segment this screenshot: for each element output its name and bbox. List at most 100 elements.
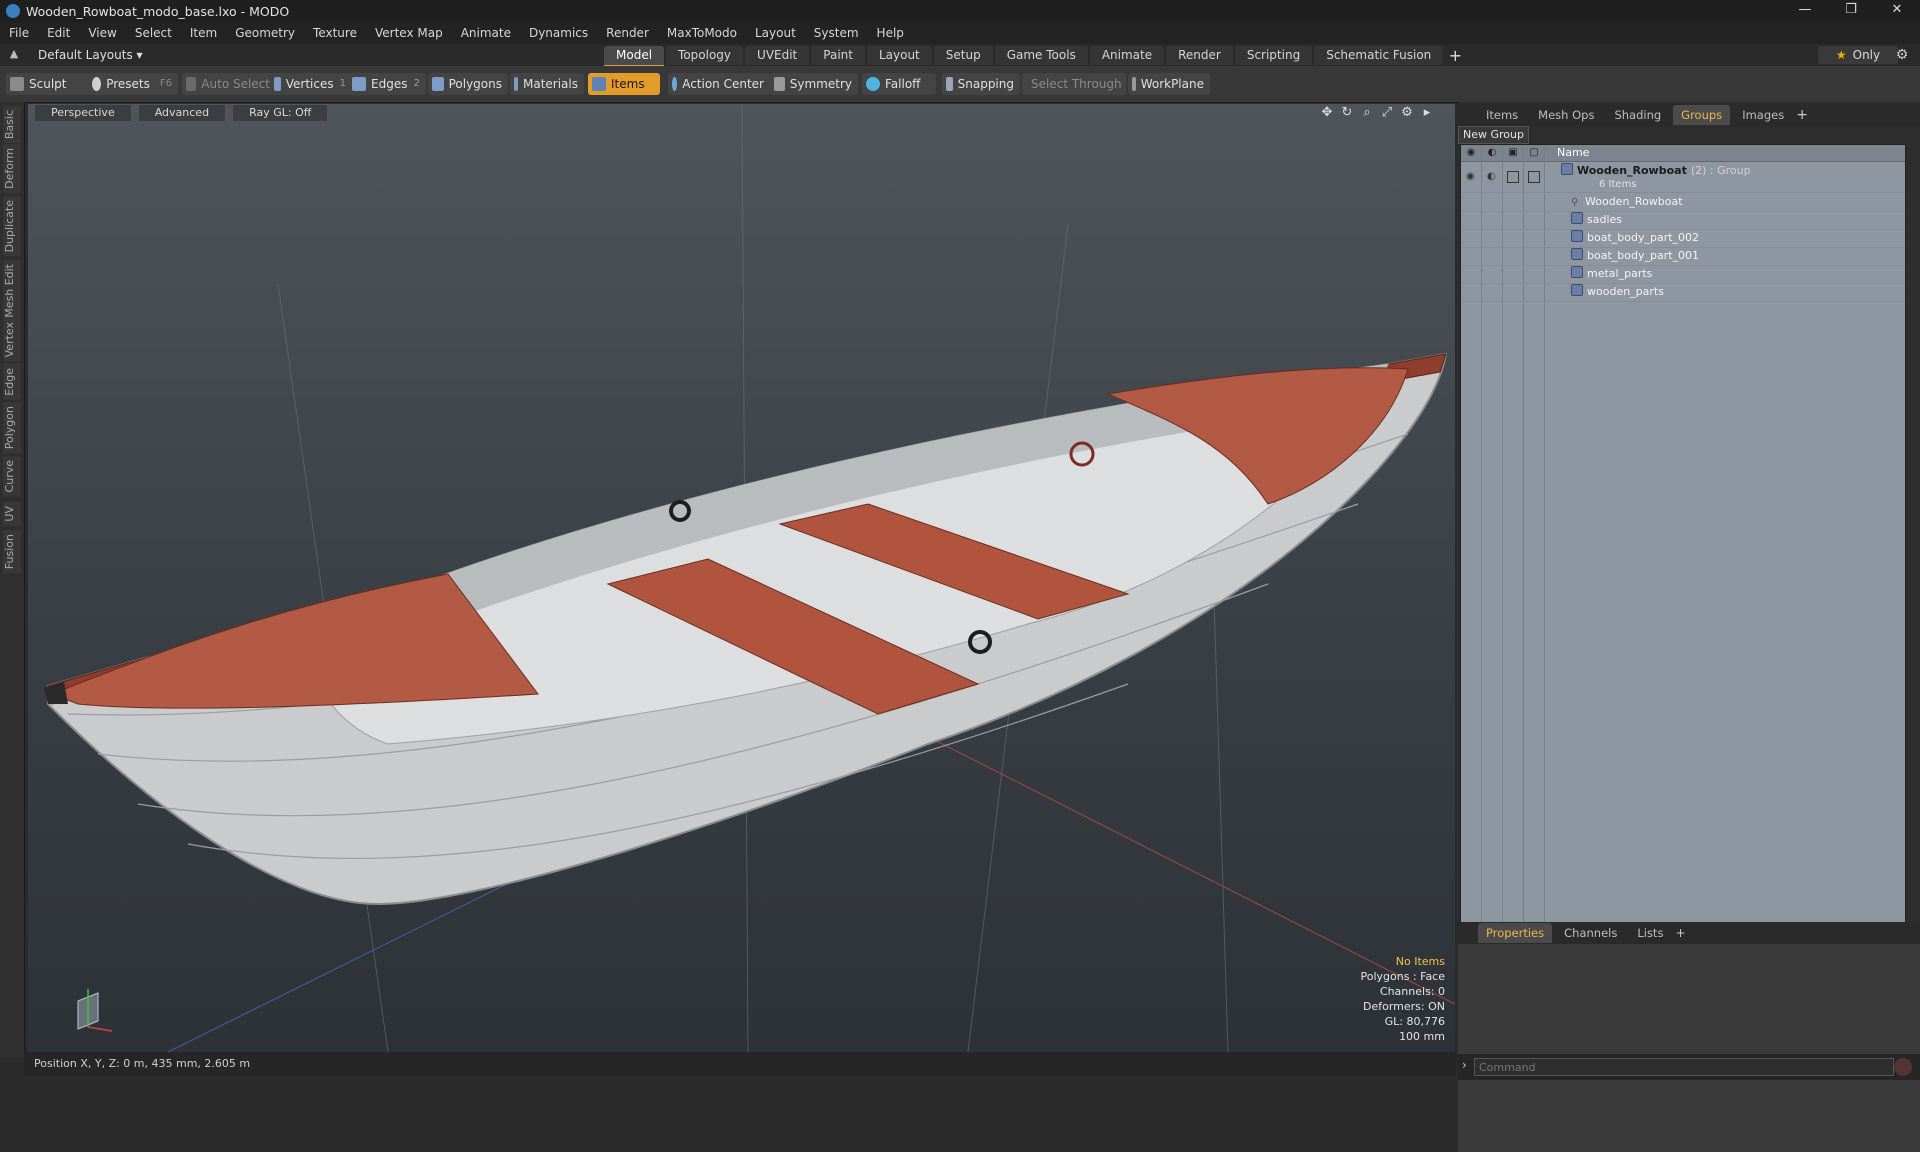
tab-game-tools[interactable]: Game Tools	[994, 46, 1088, 65]
tab-images[interactable]: Images	[1734, 105, 1792, 125]
advanced-shading-button[interactable]: Advanced	[137, 104, 227, 122]
menu-texture[interactable]: Texture	[304, 26, 366, 40]
render-toggle-icon[interactable]: ◐	[1487, 168, 1496, 186]
zoom-icon[interactable]: ⌕	[1357, 105, 1377, 120]
tab-model[interactable]: Model	[604, 46, 665, 67]
edges-button[interactable]: Edges 2	[348, 73, 426, 95]
vtab-basic[interactable]: Basic	[3, 106, 21, 144]
ray-gl-button[interactable]: Ray GL: Off	[232, 104, 329, 122]
vtab-duplicate[interactable]: Duplicate	[3, 196, 21, 257]
add-props-tab-icon[interactable]: +	[1675, 926, 1685, 940]
edges-icon	[352, 77, 366, 91]
vtab-polygon[interactable]: Polygon	[3, 402, 21, 454]
vtab-edge[interactable]: Edge	[3, 364, 21, 400]
tab-animate[interactable]: Animate	[1089, 46, 1165, 65]
menu-edit[interactable]: Edit	[38, 26, 79, 40]
add-panel-tab-icon[interactable]: +	[1796, 107, 1808, 123]
materials-button[interactable]: Materials	[510, 73, 584, 95]
vtab-curve[interactable]: Curve	[3, 456, 21, 497]
render-col-icon[interactable]: ◐	[1485, 146, 1499, 160]
rotate-icon[interactable]: ↻	[1337, 105, 1357, 120]
menu-file[interactable]: File	[0, 26, 38, 40]
auto-select-button[interactable]: Auto Select	[182, 73, 276, 95]
collapse-up-icon[interactable]: ▲	[6, 47, 22, 63]
presets-button[interactable]: Presets F6	[88, 73, 178, 95]
command-history-icon[interactable]	[1894, 1058, 1912, 1076]
menu-maxtomodo[interactable]: MaxToModo	[658, 26, 746, 40]
polygons-button[interactable]: Polygons	[428, 73, 508, 95]
3d-viewport[interactable]: Perspective Advanced Ray GL: Off ✥ ↻ ⌕ ⤢…	[28, 104, 1455, 1052]
tab-channels[interactable]: Channels	[1556, 923, 1625, 943]
command-input[interactable]	[1474, 1058, 1894, 1076]
tab-render[interactable]: Render	[1166, 46, 1233, 65]
tab-mesh-ops[interactable]: Mesh Ops	[1530, 105, 1602, 125]
items-button[interactable]: Items	[588, 73, 660, 95]
name-column-header[interactable]: Name	[1557, 146, 1589, 159]
layout-selector[interactable]: Default Layouts ▾	[30, 46, 151, 64]
viewport-menu-arrow-icon[interactable]: ▸	[1417, 105, 1437, 120]
fit-icon[interactable]: ⤢	[1377, 105, 1397, 120]
tab-lists[interactable]: Lists	[1629, 923, 1671, 943]
menu-layout[interactable]: Layout	[746, 26, 805, 40]
only-toggle-button[interactable]: ★ Only	[1818, 46, 1898, 64]
perspective-view-button[interactable]: Perspective	[34, 104, 132, 122]
list-item[interactable]: sadles	[1461, 211, 1905, 230]
tab-paint[interactable]: Paint	[811, 46, 865, 65]
list-item[interactable]: boat_body_part_001	[1461, 247, 1905, 266]
list-item[interactable]: wooden_parts	[1461, 283, 1905, 302]
list-item[interactable]: ⚲ Wooden_Rowboat	[1461, 193, 1905, 212]
menu-help[interactable]: Help	[868, 26, 913, 40]
vtab-uv[interactable]: UV	[3, 502, 21, 526]
items-panel-tabs: Items Mesh Ops Shading Groups Images +	[1458, 104, 1920, 126]
tab-shading[interactable]: Shading	[1606, 105, 1669, 125]
menu-dynamics[interactable]: Dynamics	[520, 26, 597, 40]
action-center-button[interactable]: Action Center	[668, 73, 770, 95]
select-col-icon[interactable]: ▢	[1527, 146, 1541, 160]
groups-list[interactable]: ◉ ◐ ▣ ▢ Name ◉ ◐ Wooden_Rowboat (2) : Gro…	[1460, 144, 1906, 1020]
vtab-fusion[interactable]: Fusion	[3, 530, 21, 574]
pan-icon[interactable]: ✥	[1317, 105, 1337, 120]
menu-geometry[interactable]: Geometry	[226, 26, 304, 40]
tab-properties[interactable]: Properties	[1478, 923, 1553, 943]
maximize-button[interactable]: ❐	[1828, 0, 1874, 22]
menu-item[interactable]: Item	[181, 26, 226, 40]
lock-col-icon[interactable]: ▣	[1506, 146, 1520, 160]
symmetry-button[interactable]: Symmetry	[770, 73, 858, 95]
close-button[interactable]: ✕	[1874, 0, 1920, 22]
falloff-button[interactable]: Falloff	[862, 73, 936, 95]
gear-icon[interactable]: ⚙	[1890, 46, 1914, 64]
menu-animate[interactable]: Animate	[452, 26, 520, 40]
vtab-mesh-edit[interactable]: Mesh Edit	[3, 260, 21, 322]
menu-select[interactable]: Select	[126, 26, 181, 40]
new-group-button[interactable]: New Group	[1458, 126, 1529, 144]
tab-scripting[interactable]: Scripting	[1234, 46, 1313, 65]
menu-render[interactable]: Render	[597, 26, 658, 40]
group-row[interactable]: ◉ ◐ Wooden_Rowboat (2) : Group 6 Items	[1461, 162, 1905, 193]
tab-layout[interactable]: Layout	[866, 46, 932, 65]
vtab-deform[interactable]: Deform	[3, 144, 21, 193]
menu-vertex-map[interactable]: Vertex Map	[366, 26, 452, 40]
tab-setup[interactable]: Setup	[933, 46, 993, 65]
tab-topology[interactable]: Topology	[666, 46, 744, 65]
lock-checkbox[interactable]	[1507, 171, 1519, 183]
tab-schematic-fusion[interactable]: Schematic Fusion	[1314, 46, 1444, 65]
visibility-col-icon[interactable]: ◉	[1464, 146, 1478, 160]
list-item[interactable]: metal_parts	[1461, 265, 1905, 284]
snapping-button[interactable]: Snapping	[942, 73, 1020, 95]
minimize-button[interactable]: —	[1782, 0, 1828, 22]
menu-system[interactable]: System	[805, 26, 868, 40]
vtab-vertex[interactable]: Vertex	[3, 318, 21, 362]
tab-uvedit[interactable]: UVEdit	[745, 46, 810, 65]
sculpt-button[interactable]: Sculpt	[6, 73, 92, 95]
tab-groups[interactable]: Groups	[1673, 105, 1731, 125]
select-through-button[interactable]: Select Through	[1022, 73, 1126, 95]
viewport-gear-icon[interactable]: ⚙	[1397, 105, 1417, 120]
workplane-button[interactable]: WorkPlane	[1128, 73, 1210, 95]
add-tab-icon[interactable]: +	[1445, 46, 1465, 66]
vertices-button[interactable]: Vertices 1	[270, 73, 352, 95]
menu-view[interactable]: View	[79, 26, 125, 40]
list-item[interactable]: boat_body_part_002	[1461, 229, 1905, 248]
select-checkbox[interactable]	[1528, 171, 1540, 183]
tab-items[interactable]: Items	[1478, 105, 1526, 125]
visibility-eye-icon[interactable]: ◉	[1466, 168, 1475, 186]
